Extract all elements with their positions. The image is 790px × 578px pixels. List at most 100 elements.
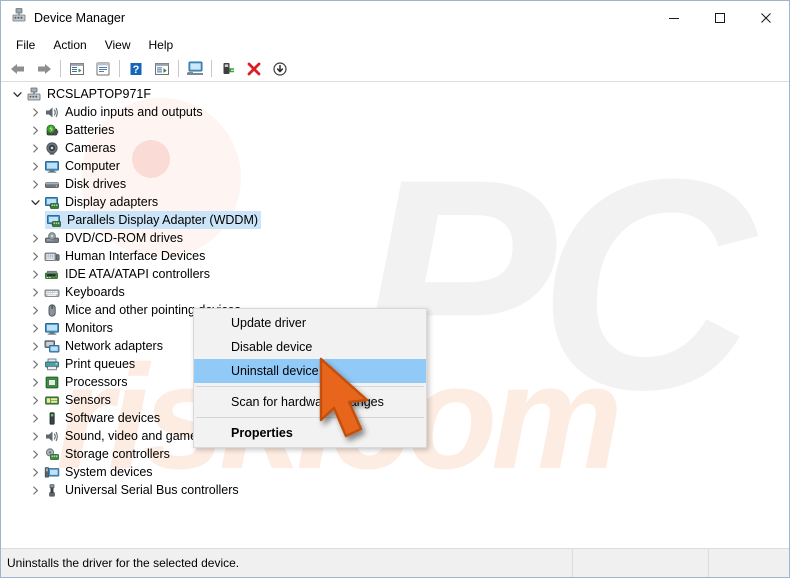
usb-icon [43, 482, 61, 498]
chevron-right-icon[interactable] [27, 248, 43, 264]
system-device-icon [43, 464, 61, 480]
chevron-right-icon[interactable] [27, 158, 43, 174]
display-adapter-child-icon [45, 212, 63, 228]
device-manager-window: Device Manager File Action View Help ? P… [0, 0, 790, 578]
device-manager-icon [11, 7, 27, 28]
chevron-right-icon[interactable] [27, 410, 43, 426]
status-cell-2 [708, 549, 789, 577]
title-bar: Device Manager [1, 1, 789, 34]
tree-item-label: Sensors [65, 393, 111, 407]
context-menu-item-properties[interactable]: Properties [194, 421, 426, 445]
computer-root-icon [25, 86, 43, 102]
tree-item-label: Software devices [65, 411, 161, 425]
title-bar-left: Device Manager [1, 7, 651, 28]
sensor-icon [43, 392, 61, 408]
tree-item-universal-serial-bus-controllers[interactable]: Universal Serial Bus controllers [1, 481, 789, 499]
context-menu-separator-1 [196, 386, 424, 387]
menu-view[interactable]: View [96, 36, 140, 54]
svg-text:?: ? [133, 64, 140, 76]
chevron-right-icon[interactable] [27, 104, 43, 120]
menu-bar: File Action View Help [1, 34, 789, 56]
chevron-right-icon[interactable] [27, 392, 43, 408]
minimize-button[interactable] [651, 1, 697, 34]
selected-row-highlight: Parallels Display Adapter (WDDM) [45, 211, 262, 229]
status-bar: Uninstalls the driver for the selected d… [1, 548, 789, 577]
properties-button[interactable] [90, 57, 116, 80]
chevron-right-icon[interactable] [27, 230, 43, 246]
forward-button[interactable] [31, 57, 57, 80]
menu-file[interactable]: File [7, 36, 44, 54]
tree-item-dvd-cd-rom-drives[interactable]: DVD/CD-ROM drives [1, 229, 789, 247]
update-driver-button[interactable] [215, 57, 241, 80]
tree-item-keyboards[interactable]: Keyboards [1, 283, 789, 301]
toolbar: ? [1, 56, 789, 82]
dvd-drive-icon [43, 230, 61, 246]
context-menu-item-update-driver[interactable]: Update driver [194, 311, 426, 335]
device-tree-pane: PC risk.com R [1, 82, 789, 548]
chevron-right-icon[interactable] [27, 482, 43, 498]
speaker-icon [43, 104, 61, 120]
show-hide-console-tree-button[interactable] [64, 57, 90, 80]
menu-action[interactable]: Action [44, 36, 95, 54]
chevron-right-icon[interactable] [27, 266, 43, 282]
monitor-icon [43, 158, 61, 174]
tree-item-label: DVD/CD-ROM drives [65, 231, 184, 245]
keyboard-icon [43, 284, 61, 300]
window-title: Device Manager [34, 10, 126, 25]
uninstall-device-button[interactable] [241, 57, 267, 80]
tree-item-batteries[interactable]: Batteries [1, 121, 789, 139]
tree-item-label: IDE ATA/ATAPI controllers [65, 267, 210, 281]
tree-item-human-interface-devices[interactable]: Human Interface Devices [1, 247, 789, 265]
chevron-right-icon[interactable] [27, 122, 43, 138]
show-hide-action-pane-button[interactable] [149, 57, 175, 80]
tree-item-label: Batteries [65, 123, 115, 137]
software-device-icon [43, 410, 61, 426]
context-menu-item-disable-device[interactable]: Disable device [194, 335, 426, 359]
tree-item-ide-ata-atapi-controllers[interactable]: IDE ATA/ATAPI controllers [1, 265, 789, 283]
back-button[interactable] [5, 57, 31, 80]
tree-item-parallels-display-adapter[interactable]: Parallels Display Adapter (WDDM) [1, 211, 789, 229]
tree-item-system-devices[interactable]: System devices [1, 463, 789, 481]
tree-item-label: Audio inputs and outputs [65, 105, 203, 119]
tree-root-node[interactable]: RCSLAPTOP971F [1, 85, 789, 103]
tree-item-disk-drives[interactable]: Disk drives [1, 175, 789, 193]
context-menu: Update driver Disable device Uninstall d… [193, 308, 427, 448]
tree-item-label: Storage controllers [65, 447, 170, 461]
tree-item-computer[interactable]: Computer [1, 157, 789, 175]
tree-item-display-adapters[interactable]: Display adapters [1, 193, 789, 211]
chevron-right-icon[interactable] [27, 338, 43, 354]
help-button[interactable]: ? [123, 57, 149, 80]
monitor-icon [43, 320, 61, 336]
tree-item-cameras[interactable]: Cameras [1, 139, 789, 157]
context-menu-item-scan-for-hardware-changes[interactable]: Scan for hardware changes [194, 390, 426, 414]
chevron-right-icon[interactable] [27, 284, 43, 300]
chevron-right-icon[interactable] [27, 428, 43, 444]
tree-item-audio-inputs-and-outputs[interactable]: Audio inputs and outputs [1, 103, 789, 121]
chevron-right-icon[interactable] [27, 176, 43, 192]
tree-item-label: Cameras [65, 141, 116, 155]
context-menu-item-uninstall-device[interactable]: Uninstall device [194, 359, 426, 383]
chevron-right-icon[interactable] [27, 356, 43, 372]
menu-help[interactable]: Help [140, 36, 183, 54]
tree-item-label: Parallels Display Adapter (WDDM) [67, 213, 259, 227]
close-button[interactable] [743, 1, 789, 34]
toolbar-separator-4 [211, 60, 212, 77]
tree-root-label: RCSLAPTOP971F [47, 87, 151, 101]
maximize-button[interactable] [697, 1, 743, 34]
printer-icon [43, 356, 61, 372]
chevron-right-icon[interactable] [27, 446, 43, 462]
chevron-down-icon[interactable] [27, 194, 43, 210]
toolbar-separator-1 [60, 60, 61, 77]
chevron-down-icon[interactable] [9, 86, 25, 102]
chevron-right-icon[interactable] [27, 374, 43, 390]
chevron-right-icon[interactable] [27, 320, 43, 336]
tree-item-label: Network adapters [65, 339, 163, 353]
chevron-right-icon[interactable] [27, 464, 43, 480]
network-adapter-icon [43, 338, 61, 354]
tree-item-label: Human Interface Devices [65, 249, 206, 263]
scan-for-hardware-changes-button[interactable] [182, 57, 208, 80]
chevron-right-icon[interactable] [27, 140, 43, 156]
disable-device-button[interactable] [267, 57, 293, 80]
status-message: Uninstalls the driver for the selected d… [7, 556, 240, 570]
chevron-right-icon[interactable] [27, 302, 43, 318]
